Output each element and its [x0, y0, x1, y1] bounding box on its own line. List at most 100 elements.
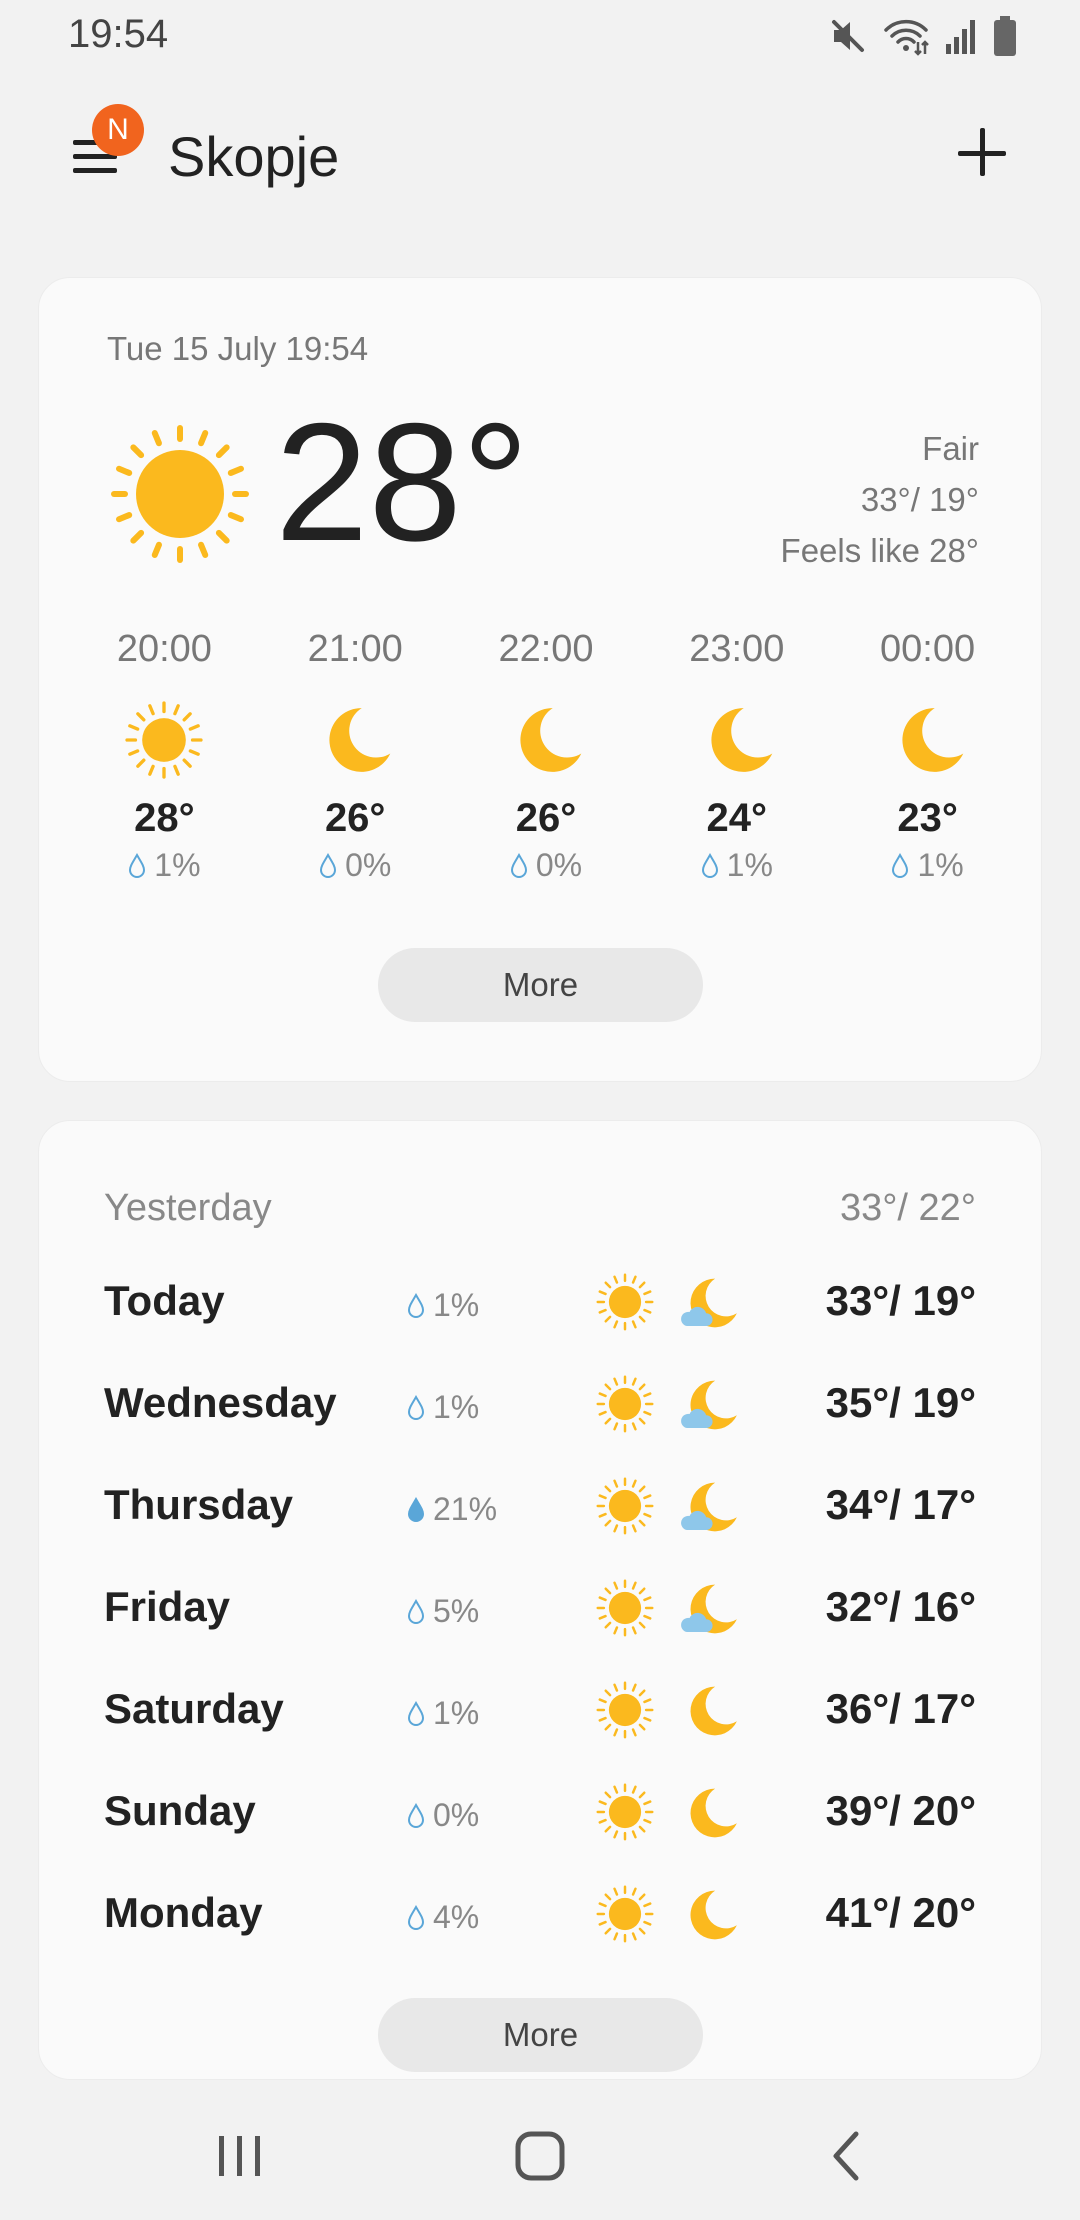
hour-weather-icon [695, 698, 779, 782]
hour-time: 22:00 [498, 628, 594, 670]
daily-row[interactable]: Friday 5% 32°/ 16° [104, 1577, 976, 1679]
recent-apps-icon[interactable] [200, 2120, 280, 2192]
sun-icon [596, 1273, 654, 1331]
notification-badge: N [92, 104, 144, 156]
day-temps: 34°/ 17° [825, 1481, 976, 1528]
back-icon[interactable] [806, 2120, 886, 2192]
home-icon[interactable] [500, 2120, 580, 2192]
current-temperature: 28° [275, 388, 530, 576]
hourly-item: 20:00 28° 1% [69, 628, 260, 884]
hour-temp: 28° [134, 796, 195, 840]
day-precip: 21% [407, 1491, 497, 1528]
hour-precip-value: 1% [917, 847, 964, 883]
hour-weather-icon [122, 698, 206, 782]
raindrop-icon [407, 1700, 425, 1726]
hamburger-menu-icon-bar [73, 168, 117, 173]
hour-weather-icon [504, 698, 588, 782]
day-name: Thursday [104, 1481, 294, 1528]
moon-icon [690, 1686, 737, 1736]
sun-icon [596, 1477, 654, 1535]
hourly-item: 23:00 24° 1% [641, 628, 832, 884]
app-header: N Skopje [0, 100, 1080, 220]
day-precip: 1% [407, 1389, 479, 1426]
sun-icon [596, 1579, 654, 1637]
raindrop-icon [407, 1904, 425, 1930]
night-weather-icon [678, 1373, 744, 1435]
moon-cloud-icon [681, 1482, 737, 1532]
daily-row[interactable]: Monday 4% 41°/ 20° [104, 1883, 976, 1985]
daily-list: Today 1% 33°/ 19° Wednesday 1% 35°/ 19° … [104, 1271, 976, 1985]
sun-icon [596, 1375, 654, 1433]
hour-weather-icon [313, 698, 397, 782]
current-datetime: Tue 15 July 19:54 [107, 330, 369, 367]
day-name: Today [104, 1277, 225, 1324]
daily-row[interactable]: Thursday 21% 34°/ 17° [104, 1475, 976, 1577]
day-name: Sunday [104, 1787, 256, 1834]
day-precip: 1% [407, 1695, 479, 1732]
moon-icon [690, 1788, 737, 1838]
daily-more-button[interactable]: More [378, 1998, 703, 2072]
raindrop-icon [407, 1802, 425, 1828]
daily-row[interactable]: Today 1% 33°/ 19° [104, 1271, 976, 1373]
hour-time: 20:00 [116, 628, 212, 670]
day-weather-icon [594, 1577, 656, 1639]
day-temps: 41°/ 20° [825, 1889, 976, 1936]
raindrop-icon [892, 852, 909, 878]
day-weather-icon [594, 1271, 656, 1333]
city-title[interactable]: Skopje [168, 124, 339, 189]
current-weather-card[interactable]: Tue 15 July 19:54 28° Fair 33°/ 19° Feel… [38, 277, 1042, 1082]
hour-temp: 26° [515, 796, 577, 840]
moon-icon [520, 708, 582, 772]
daily-row[interactable]: Wednesday 1% 35°/ 19° [104, 1373, 976, 1475]
hour-precip: 1% [891, 847, 964, 884]
sun-icon [596, 1885, 654, 1943]
night-weather-icon [678, 1271, 744, 1333]
day-temps: 36°/ 17° [825, 1685, 976, 1732]
status-bar: 19:54 [0, 0, 1080, 75]
day-weather-icon [594, 1883, 656, 1945]
yesterday-temps: 33°/ 22° [839, 1187, 976, 1229]
wifi-icon [884, 19, 929, 56]
hour-time: 00:00 [880, 628, 976, 670]
mute-icon [832, 20, 864, 52]
moon-icon [901, 708, 963, 772]
day-name: Saturday [104, 1685, 284, 1732]
moon-icon [711, 708, 773, 772]
daily-row[interactable]: Saturday 1% 36°/ 17° [104, 1679, 976, 1781]
hour-time: 23:00 [689, 628, 785, 670]
raindrop-icon [407, 1598, 425, 1624]
night-weather-icon [678, 1883, 744, 1945]
current-condition: Fair [922, 430, 979, 467]
hourly-item: 00:00 23° 1% [832, 628, 1023, 884]
sun-icon [596, 1783, 654, 1841]
sun-icon [125, 701, 204, 779]
daily-row[interactable]: Sunday 0% 39°/ 20° [104, 1781, 976, 1883]
raindrop-icon [701, 852, 718, 878]
current-high-low: 33°/ 19° [860, 481, 979, 518]
current-description: Fair 33°/ 19° Feels like 28° [781, 423, 979, 576]
day-temps: 35°/ 19° [825, 1379, 976, 1426]
night-weather-icon [678, 1679, 744, 1741]
day-weather-icon [594, 1679, 656, 1741]
weather-screen: 19:54 N Skopje Tue 15 July 19:54 28° Fai… [0, 0, 1080, 2220]
moon-cloud-icon [681, 1278, 737, 1328]
night-weather-icon [678, 1781, 744, 1843]
feels-like: Feels like 28° [780, 532, 979, 569]
day-precip: 1% [407, 1287, 479, 1324]
signal-icon [946, 20, 975, 54]
hour-precip: 0% [510, 847, 582, 884]
hour-temp: 24° [706, 796, 768, 840]
day-name: Friday [104, 1583, 231, 1630]
moon-icon [690, 1890, 737, 1940]
hour-precip-value: 0% [345, 847, 392, 883]
raindrop-icon [407, 1496, 425, 1522]
hourly-more-button[interactable]: More [378, 948, 703, 1022]
hour-precip: 1% [128, 847, 201, 884]
hour-precip: 0% [319, 847, 391, 884]
daily-forecast-card[interactable]: Yesterday 33°/ 22° Today 1% 33°/ 19° Wed… [38, 1120, 1042, 2080]
add-location-button[interactable] [958, 128, 1010, 180]
raindrop-icon [320, 852, 337, 878]
day-precip: 5% [407, 1593, 479, 1630]
navigation-bar [0, 2080, 1080, 2220]
hourly-forecast: 20:00 28° 1% 21:00 26° 0% 22:00 26° 0% 2… [69, 628, 1023, 884]
